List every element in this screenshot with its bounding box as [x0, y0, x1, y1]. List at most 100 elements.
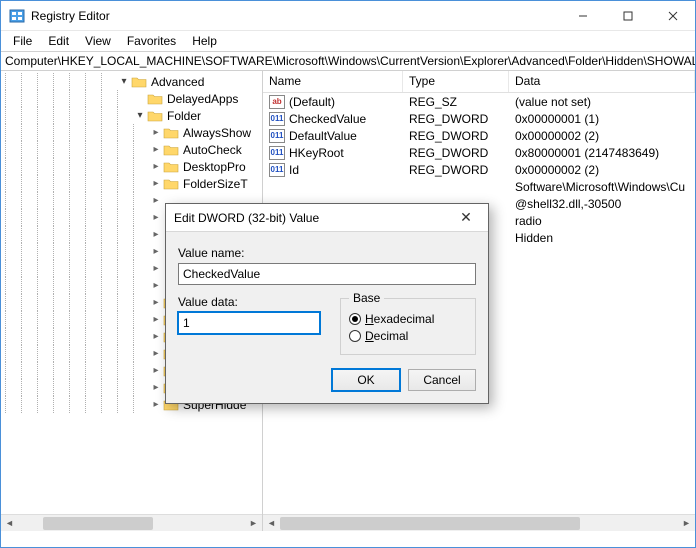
radio-hex-label: Hexadecimal	[365, 312, 434, 326]
chevron-right-icon[interactable]: ▸	[149, 280, 163, 291]
address-bar[interactable]: Computer\HKEY_LOCAL_MACHINE\SOFTWARE\Mic…	[1, 51, 695, 71]
cell-type: REG_DWORD	[403, 112, 509, 126]
chevron-right-icon[interactable]: ▸	[149, 263, 163, 274]
scroll-left-icon[interactable]: ◄	[1, 515, 18, 532]
close-button[interactable]	[650, 1, 695, 31]
radio-hexadecimal[interactable]: Hexadecimal	[349, 312, 467, 326]
ok-button[interactable]: OK	[332, 369, 400, 391]
cancel-button[interactable]: Cancel	[408, 369, 476, 391]
list-row[interactable]: 011CheckedValueREG_DWORD0x00000001 (1)	[263, 110, 695, 127]
dword-value-icon: 011	[269, 129, 285, 143]
tree-item[interactable]: ▸AutoCheck	[1, 141, 262, 158]
maximize-button[interactable]	[605, 1, 650, 31]
tree-label: FolderSizeT	[181, 177, 250, 191]
chevron-right-icon[interactable]: ▸	[149, 144, 163, 155]
column-name[interactable]: Name	[263, 71, 403, 92]
base-group: Base Hexadecimal Decimal	[340, 291, 476, 355]
chevron-right-icon[interactable]: ▸	[149, 178, 163, 189]
folder-icon	[131, 75, 147, 89]
chevron-right-icon[interactable]: ▸	[149, 195, 163, 206]
cell-data: 0x00000002 (2)	[509, 129, 695, 143]
tree-item[interactable]: ▸ FolderSizeT	[1, 175, 262, 192]
column-data[interactable]: Data	[509, 71, 695, 92]
chevron-right-icon[interactable]: ▸	[149, 382, 163, 393]
chevron-right-icon[interactable]: ▸	[149, 365, 163, 376]
cell-data: 0x80000001 (2147483649)	[509, 146, 695, 160]
chevron-right-icon[interactable]: ▸	[149, 229, 163, 240]
base-legend: Base	[349, 291, 384, 305]
dialog-title: Edit DWORD (32-bit) Value	[174, 211, 452, 225]
tree-item[interactable]: ▾Folder	[1, 107, 262, 124]
chevron-right-icon[interactable]: ▸	[149, 331, 163, 342]
list-row[interactable]: 011HKeyRootREG_DWORD0x80000001 (21474836…	[263, 144, 695, 161]
dialog-titlebar[interactable]: Edit DWORD (32-bit) Value ✕	[166, 204, 488, 232]
cell-data: Hidden	[509, 231, 695, 245]
dword-value-icon: 011	[269, 163, 285, 177]
cell-data: @shell32.dll,-30500	[509, 197, 695, 211]
radio-dec-label: Decimal	[365, 329, 408, 343]
cell-data: radio	[509, 214, 695, 228]
value-data-label: Value data:	[178, 295, 320, 309]
tree-item[interactable]: ▾ Advanced	[1, 73, 262, 90]
cell-name: 011CheckedValue	[263, 112, 403, 126]
cell-name: 011Id	[263, 163, 403, 177]
list-row[interactable]: ab(Default)REG_SZ(value not set)	[263, 93, 695, 110]
dword-value-icon: 011	[269, 146, 285, 160]
chevron-right-icon[interactable]: ▸	[149, 348, 163, 359]
tree-horizontal-scrollbar[interactable]: ◄ ►	[1, 514, 262, 531]
folder-icon	[147, 92, 163, 106]
menu-favorites[interactable]: Favorites	[119, 32, 184, 50]
value-data-input[interactable]	[178, 312, 320, 334]
value-name-input[interactable]	[178, 263, 476, 285]
tree-label: Advanced	[149, 75, 206, 89]
tree-item[interactable]: ▸ AlwaysShow	[1, 124, 262, 141]
chevron-right-icon[interactable]: ▸	[149, 297, 163, 308]
tree-label: AlwaysShow	[181, 126, 253, 140]
cell-data: 0x00000001 (1)	[509, 112, 695, 126]
chevron-right-icon[interactable]: ▸	[149, 314, 163, 325]
chevron-right-icon[interactable]: ▸	[149, 399, 163, 410]
app-icon	[9, 8, 25, 24]
menu-edit[interactable]: Edit	[40, 32, 77, 50]
radio-icon	[349, 330, 361, 342]
dialog-close-icon[interactable]: ✕	[452, 209, 480, 226]
cell-data: Software\Microsoft\Windows\Cu	[509, 180, 695, 194]
cell-name: 011DefaultValue	[263, 129, 403, 143]
window-title: Registry Editor	[31, 9, 560, 23]
chevron-right-icon[interactable]: ▸	[149, 161, 163, 172]
scroll-right-icon[interactable]: ►	[245, 515, 262, 532]
folder-icon	[163, 177, 179, 191]
scroll-left-icon[interactable]: ◄	[263, 515, 280, 532]
tree-item[interactable]: ▸ DesktopPro	[1, 158, 262, 175]
chevron-down-icon[interactable]: ▾	[133, 110, 147, 121]
list-row[interactable]: Software\Microsoft\Windows\Cu	[263, 178, 695, 195]
folder-icon	[163, 126, 179, 140]
scroll-thumb[interactable]	[280, 517, 580, 530]
cell-name: 011HKeyRoot	[263, 146, 403, 160]
cell-data: (value not set)	[509, 95, 695, 109]
menu-view[interactable]: View	[77, 32, 119, 50]
list-row[interactable]: 011IdREG_DWORD0x00000002 (2)	[263, 161, 695, 178]
radio-icon	[349, 313, 361, 325]
value-name-label: Value name:	[178, 246, 476, 260]
column-type[interactable]: Type	[403, 71, 509, 92]
list-horizontal-scrollbar[interactable]: ◄ ►	[263, 514, 695, 531]
menu-help[interactable]: Help	[184, 32, 225, 50]
title-bar: Registry Editor	[1, 1, 695, 31]
minimize-button[interactable]	[560, 1, 605, 31]
folder-icon	[163, 143, 179, 157]
chevron-right-icon[interactable]: ▸	[149, 246, 163, 257]
chevron-down-icon[interactable]: ▾	[117, 76, 131, 87]
tree-item[interactable]: DelayedApps	[1, 90, 262, 107]
scroll-right-icon[interactable]: ►	[678, 515, 695, 532]
tree-label: DesktopPro	[181, 160, 248, 174]
cell-type: REG_DWORD	[403, 146, 509, 160]
cell-type: REG_SZ	[403, 95, 509, 109]
list-row[interactable]: 011DefaultValueREG_DWORD0x00000002 (2)	[263, 127, 695, 144]
chevron-right-icon[interactable]: ▸	[149, 127, 163, 138]
chevron-right-icon[interactable]: ▸	[149, 212, 163, 223]
list-header: Name Type Data	[263, 71, 695, 93]
scroll-thumb[interactable]	[43, 517, 153, 530]
radio-decimal[interactable]: Decimal	[349, 329, 467, 343]
menu-file[interactable]: File	[5, 32, 40, 50]
